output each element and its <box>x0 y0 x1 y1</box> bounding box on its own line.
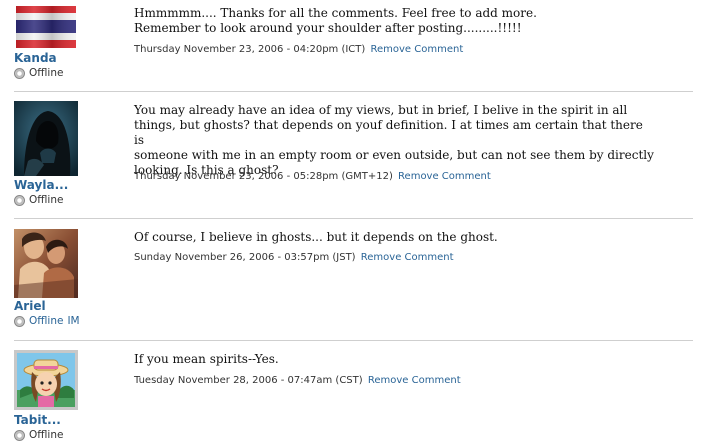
comment-separator <box>14 91 693 92</box>
username-link[interactable]: Tabit... <box>14 413 61 427</box>
comment-text-line: Remember to look around your shoulder af… <box>134 21 522 35</box>
thai-flag-icon <box>14 4 78 50</box>
comment-text: You may already have an idea of my views… <box>134 103 654 178</box>
comment-text: Of course, I believe in ghosts... but it… <box>134 230 654 245</box>
comment-meta: Sunday November 26, 2006 - 03:57pm (JST)… <box>134 252 454 263</box>
comment-text-line: You may already have an idea of my views… <box>134 103 628 117</box>
comment-separator <box>14 218 693 219</box>
comment-meta: Tuesday November 28, 2006 - 07:47am (CST… <box>134 375 461 386</box>
comment-text-line: someone with me in an empty room or even… <box>134 148 654 162</box>
comment-text: If you mean spirits--Yes. <box>134 352 654 367</box>
comment-meta: Thursday November 23, 2006 - 05:28pm (GM… <box>134 171 491 182</box>
status-indicator: Offline <box>14 429 63 441</box>
comment-timestamp: Sunday November 26, 2006 - 03:57pm (JST) <box>134 252 356 263</box>
comment-text-line: If you mean spirits--Yes. <box>134 352 279 366</box>
comment-meta: Thursday November 23, 2006 - 04:20pm (IC… <box>134 44 463 55</box>
comment-text: Hmmmmm.... Thanks for all the comments. … <box>134 6 654 36</box>
comment-text-line: Hmmmmm.... Thanks for all the comments. … <box>134 6 537 20</box>
painting-avatar-icon <box>14 229 78 298</box>
avatar[interactable] <box>14 4 78 50</box>
avatar[interactable] <box>14 229 78 298</box>
status-indicator: Offline <box>14 194 63 206</box>
comment-text-line: Of course, I believe in ghosts... but it… <box>134 230 498 244</box>
comment-timestamp: Thursday November 23, 2006 - 05:28pm (GM… <box>134 171 393 182</box>
offline-status-icon <box>14 315 25 327</box>
remove-comment-link[interactable]: Remove Comment <box>361 252 454 263</box>
status-text: Offline <box>29 315 64 327</box>
comment-text-line: things, but ghosts? that depends on youf… <box>134 118 643 147</box>
offline-status-icon <box>14 429 25 441</box>
instant-message-link[interactable]: IM <box>67 315 79 327</box>
hooded-figure-icon <box>14 101 78 176</box>
offline-status-icon <box>14 194 25 206</box>
username-link[interactable]: Wayla... <box>14 178 68 192</box>
status-text: Offline <box>29 194 64 206</box>
status-text: Offline <box>29 67 64 79</box>
username-link[interactable]: Kanda <box>14 51 57 65</box>
status-text: Offline <box>29 429 64 441</box>
remove-comment-link[interactable]: Remove Comment <box>398 171 491 182</box>
remove-comment-link[interactable]: Remove Comment <box>371 44 464 55</box>
avatar[interactable] <box>14 350 78 410</box>
comment-timestamp: Thursday November 23, 2006 - 04:20pm (IC… <box>134 44 366 55</box>
offline-status-icon <box>14 67 25 79</box>
username-link[interactable]: Ariel <box>14 299 46 313</box>
remove-comment-link[interactable]: Remove Comment <box>368 375 461 386</box>
comment-separator <box>14 340 693 341</box>
comment-timestamp: Tuesday November 28, 2006 - 07:47am (CST… <box>134 375 363 386</box>
avatar[interactable] <box>14 101 78 176</box>
cartoon-girl-icon <box>14 350 78 410</box>
status-indicator: Offline <box>14 67 63 79</box>
status-indicator: Offline IM <box>14 315 80 327</box>
